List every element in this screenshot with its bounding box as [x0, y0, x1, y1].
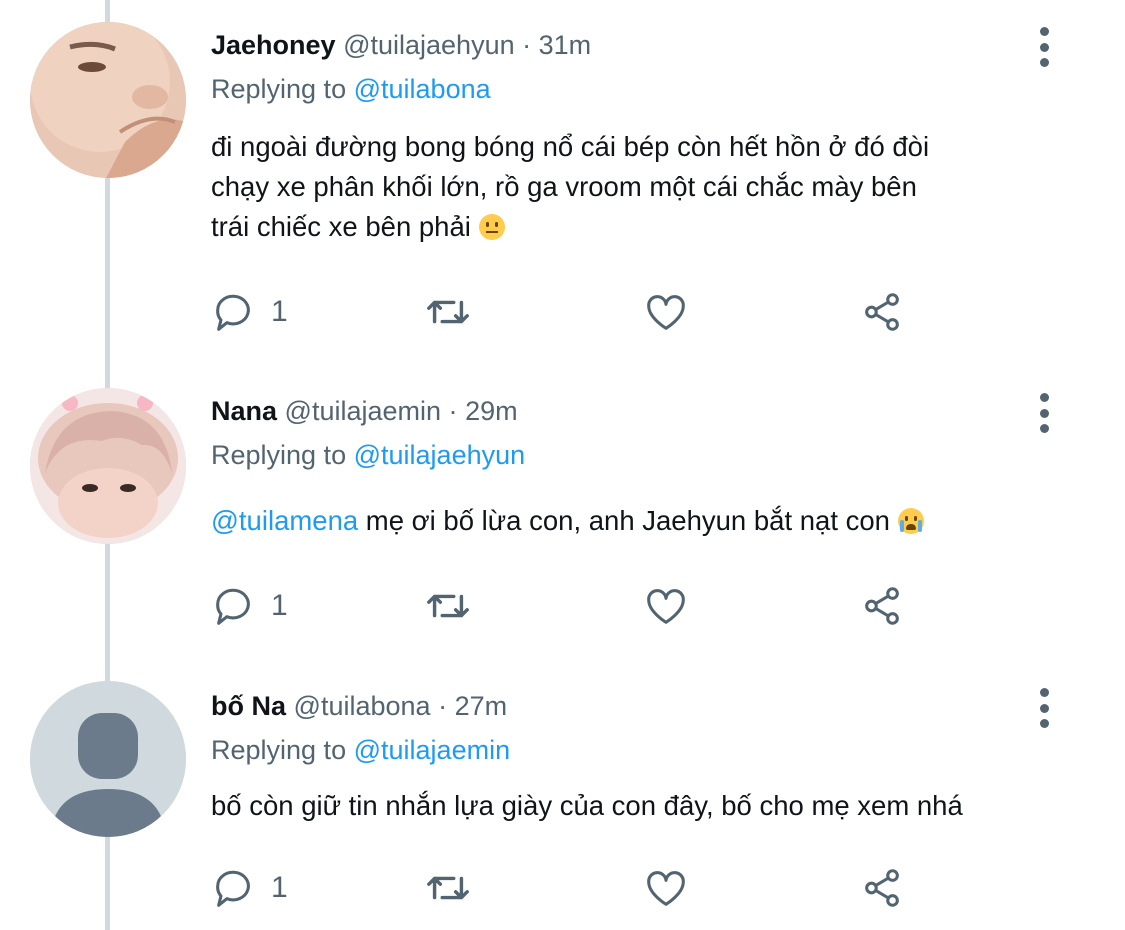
- user-handle[interactable]: @tuilajaehyun: [343, 30, 515, 60]
- like-icon: [647, 295, 685, 330]
- share-icon: [865, 587, 899, 625]
- reply-icon: [216, 588, 250, 625]
- reply-button[interactable]: 1: [211, 287, 288, 337]
- replying-prefix: Replying to: [211, 735, 347, 765]
- tweet-text-content: bố còn giữ tin nhắn lựa giày của con đây…: [211, 790, 963, 821]
- like-icon: [647, 589, 685, 624]
- replying-to-mention[interactable]: @tuilajaemin: [354, 735, 510, 765]
- tweet-text-line: chạy xe phân khối lớn, rồ ga vroom một c…: [211, 171, 917, 202]
- reply-icon: [216, 294, 250, 331]
- retweet-button[interactable]: [425, 287, 471, 337]
- like-button[interactable]: [643, 863, 689, 913]
- action-bar: 1: [211, 581, 931, 631]
- replying-to: Replying to @tuilajaemin: [211, 730, 510, 770]
- action-bar: 1: [211, 863, 931, 913]
- tweet-header: Nana @tuilajaemin · 29m: [211, 391, 518, 431]
- separator-dot: ·: [438, 691, 448, 721]
- display-name[interactable]: Jaehoney: [211, 30, 336, 60]
- avatar[interactable]: [30, 22, 186, 178]
- retweet-icon: [427, 594, 469, 618]
- avatar-photo: [30, 22, 186, 178]
- retweet-icon: [427, 876, 469, 900]
- timestamp[interactable]: 29m: [465, 396, 518, 426]
- retweet-button[interactable]: [425, 863, 471, 913]
- display-name[interactable]: bố Na: [211, 691, 286, 721]
- text-mention[interactable]: @tuilamena: [211, 505, 358, 536]
- tweet-text-line-end: trái chiếc xe bên phải: [211, 211, 471, 242]
- like-button[interactable]: [643, 581, 689, 631]
- replying-to-mention[interactable]: @tuilabona: [354, 74, 491, 104]
- tweet-text-content: mẹ ơi bố lừa con, anh Jaehyun bắt nạt co…: [365, 505, 890, 536]
- more-icon[interactable]: [1030, 688, 1058, 728]
- avatar-photo: [30, 388, 186, 544]
- share-icon: [865, 869, 899, 907]
- replying-to: Replying to @tuilabona: [211, 69, 491, 109]
- loudly-crying-face-emoji: [897, 508, 924, 534]
- replying-to: Replying to @tuilajaehyun: [211, 435, 525, 475]
- replying-to-mention[interactable]: @tuilajaehyun: [354, 440, 526, 470]
- like-button[interactable]: [643, 287, 689, 337]
- reply-count: 1: [271, 871, 288, 904]
- tweet-header: Jaehoney @tuilajaehyun · 31m: [211, 25, 591, 65]
- tweet-header: bố Na @tuilabona · 27m: [211, 686, 507, 726]
- share-button[interactable]: [859, 581, 905, 631]
- separator-dot: ·: [448, 396, 458, 426]
- replying-prefix: Replying to: [211, 440, 347, 470]
- tweet-text: bố còn giữ tin nhắn lựa giày của con đây…: [211, 786, 1071, 826]
- replying-prefix: Replying to: [211, 74, 347, 104]
- avatar[interactable]: [30, 388, 186, 544]
- user-handle[interactable]: @tuilajaemin: [285, 396, 441, 426]
- share-button[interactable]: [859, 287, 905, 337]
- action-bar: 1: [211, 287, 931, 337]
- share-button[interactable]: [859, 863, 905, 913]
- neutral-face-emoji: [478, 214, 505, 240]
- timestamp[interactable]: 27m: [455, 691, 508, 721]
- share-icon: [865, 293, 899, 331]
- reply-count: 1: [271, 295, 288, 328]
- like-icon: [647, 871, 685, 906]
- reply-button[interactable]: 1: [211, 863, 288, 913]
- separator-dot: ·: [522, 30, 532, 60]
- retweet-button[interactable]: [425, 581, 471, 631]
- retweet-icon: [427, 300, 469, 324]
- reply-count: 1: [271, 589, 288, 622]
- user-handle[interactable]: @tuilabona: [294, 691, 431, 721]
- default-avatar-icon: [30, 681, 186, 837]
- more-icon[interactable]: [1030, 27, 1058, 67]
- timestamp[interactable]: 31m: [539, 30, 592, 60]
- avatar[interactable]: [30, 681, 186, 837]
- tweet-text: đi ngoài đường bong bóng nổ cái bép còn …: [211, 127, 1071, 247]
- reply-icon: [216, 870, 250, 907]
- tweet-text-line: trái chiếc xe bên phải: [211, 207, 1071, 247]
- display-name[interactable]: Nana: [211, 396, 277, 426]
- more-icon[interactable]: [1030, 393, 1058, 433]
- tweet-text: @tuilamena mẹ ơi bố lừa con, anh Jaehyun…: [211, 501, 1071, 541]
- reply-button[interactable]: 1: [211, 581, 288, 631]
- tweet-text-line: đi ngoài đường bong bóng nổ cái bép còn …: [211, 131, 930, 162]
